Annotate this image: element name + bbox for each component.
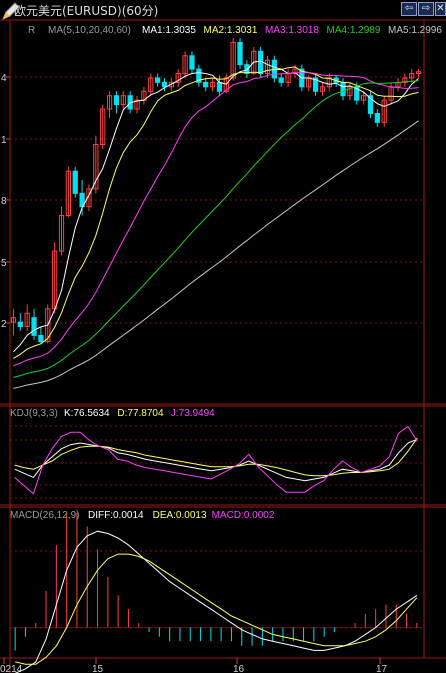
price-tick-label: 5: [1, 258, 7, 269]
candle-body: [189, 55, 195, 70]
candle-body: [237, 41, 243, 66]
lines-layer: [13, 60, 419, 389]
macd-value-label: DEA:0.0013: [153, 510, 207, 521]
candle-body: [113, 95, 120, 106]
candle-body: [31, 317, 37, 336]
candle-body: [216, 81, 223, 92]
candle-body: [161, 81, 168, 88]
ma-value-label: MA3:1.3018: [265, 25, 319, 36]
macd-layer: [10, 512, 422, 673]
price-tick-label: 8: [1, 196, 7, 207]
time-axis-label: 17: [376, 664, 388, 673]
candle-body: [38, 334, 44, 343]
macd-value-label: DIFF:0.0014: [88, 510, 144, 521]
macd-diff-line: [14, 530, 418, 673]
price-tick-label: 1: [1, 135, 7, 146]
kdj-value-label: K:76.5634: [64, 408, 110, 419]
price-left-label: R: [28, 25, 35, 36]
price-tick-label: 2: [1, 319, 7, 330]
kdj-layer: [14, 425, 418, 495]
candle-body: [203, 81, 209, 88]
ma10-line: [13, 66, 419, 359]
candle-body: [17, 321, 23, 328]
time-axis-label: 16: [233, 664, 245, 673]
kdj-params-label: KDJ(9,3,3): [10, 408, 58, 419]
macd-dea-line: [15, 553, 418, 665]
chart-window: 欧元美元(EURUSD)(60分) ⇦ ⇨ ✕ 4 1 8 5 2 0214 15 16 17 R…: [0, 0, 446, 673]
ma20-line: [13, 72, 419, 367]
ma-params-label: MA(5,10,20,40,60): [48, 25, 131, 36]
ma-value-label: MA1:1.3035: [142, 25, 196, 36]
ma-value-label: MA5:1.2996: [388, 25, 442, 36]
kdj-k-line: [14, 438, 418, 482]
candles-layer: [10, 38, 422, 345]
chart-canvas[interactable]: 4 1 8 5 2 0214 15 16 17 R MA(5,10,20,40,60) MA1:1.3…: [0, 0, 446, 673]
price-tick-label: 4: [1, 73, 7, 84]
time-axis-label: 15: [92, 664, 104, 673]
kdj-j-line: [14, 425, 418, 495]
candle-body: [155, 77, 161, 83]
ma-value-label: MA4:1.2989: [327, 25, 381, 36]
ma5-line: [13, 60, 419, 353]
ma60-line: [13, 120, 419, 389]
candle-body: [340, 81, 346, 97]
time-axis-label: 0214: [0, 664, 23, 673]
ma-value-label: MA2:1.3031: [204, 25, 258, 36]
macd-value-label: MACD:0.0002: [212, 510, 275, 521]
macd-params-label: MACD(26,12,9): [10, 510, 79, 521]
kdj-value-label: D:77.8704: [117, 408, 164, 419]
candle-body: [374, 112, 380, 123]
candle-body: [278, 77, 284, 83]
kdj-value-label: J:73.9494: [171, 408, 215, 419]
ma40-line: [13, 80, 419, 378]
candle-body: [72, 170, 78, 194]
